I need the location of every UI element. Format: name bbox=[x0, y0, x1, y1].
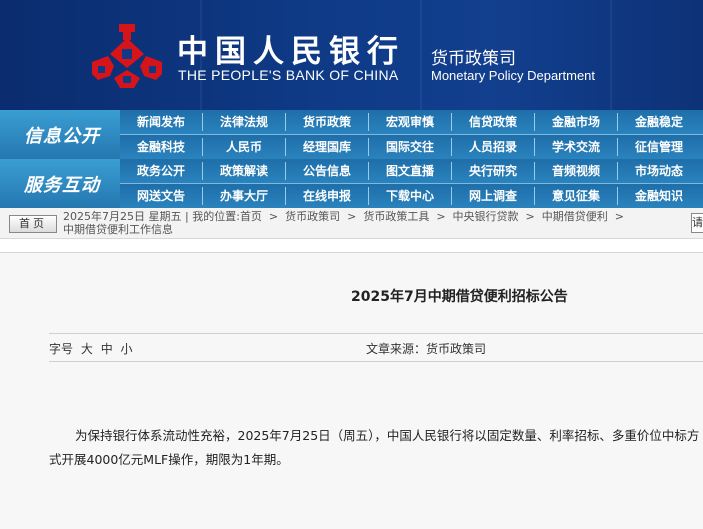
nav-item[interactable]: 在线申报 bbox=[286, 184, 368, 208]
nav-item[interactable]: 学术交流 bbox=[535, 135, 617, 159]
nav-item[interactable]: 国际交往 bbox=[369, 135, 451, 159]
font-size-medium-button[interactable]: 中 bbox=[101, 342, 113, 356]
nav-separator bbox=[368, 162, 369, 180]
nav-separator bbox=[534, 162, 535, 180]
nav-separator bbox=[451, 162, 452, 180]
breadcrumb-separator: | bbox=[185, 210, 189, 223]
breadcrumb-link-central-bank-loans[interactable]: 中央银行贷款 bbox=[453, 210, 519, 223]
nav-row: 政务公开 政策解读 公告信息 图文直播 央行研究 音频视频 市场动态 bbox=[120, 159, 703, 183]
nav-section-service: 服务互动 bbox=[0, 159, 120, 208]
bank-name-cn: 中国人民银行 bbox=[177, 34, 405, 70]
nav-row: 金融科技 人民币 经理国库 国际交往 人员招录 学术交流 征信管理 bbox=[120, 135, 703, 159]
breadcrumb-link-mlf[interactable]: 中期借贷便利 bbox=[542, 210, 608, 223]
pboc-emblem-icon[interactable] bbox=[92, 24, 162, 88]
nav-separator bbox=[202, 187, 203, 205]
nav-separator bbox=[285, 162, 286, 180]
breadcrumb-link-policy-tools[interactable]: 货币政策工具 bbox=[363, 210, 429, 223]
nav-item[interactable]: 金融市场 bbox=[535, 110, 617, 134]
nav-section-info: 信息公开 bbox=[0, 110, 120, 159]
nav-item[interactable]: 市场动态 bbox=[618, 159, 700, 183]
breadcrumb-link-home[interactable]: 首页 bbox=[240, 210, 262, 223]
department-name-cn: 货币政策司 bbox=[431, 49, 516, 69]
nav-item[interactable]: 经理国库 bbox=[286, 135, 368, 159]
nav-separator bbox=[617, 162, 618, 180]
nav-separator bbox=[285, 113, 286, 131]
nav-item[interactable]: 政策解读 bbox=[203, 159, 285, 183]
nav-item[interactable]: 金融稳定 bbox=[618, 110, 700, 134]
font-size-small-button[interactable]: 小 bbox=[121, 342, 133, 356]
nav-section-label: 信息公开 bbox=[24, 126, 100, 147]
nav-item[interactable]: 人民币 bbox=[203, 135, 285, 159]
nav-item[interactable]: 征信管理 bbox=[618, 135, 700, 159]
nav-item[interactable]: 图文直播 bbox=[369, 159, 451, 183]
nav-item[interactable]: 宏观审慎 bbox=[369, 110, 451, 134]
site-header: 中国人民银行 THE PEOPLE'S BANK OF CHINA 货币政策司 … bbox=[0, 0, 703, 110]
article-body: 为保持银行体系流动性充裕，2025年7月25日（周五），中国人民银行将以固定数量… bbox=[49, 428, 700, 467]
nav-item[interactable]: 央行研究 bbox=[452, 159, 534, 183]
nav-item[interactable]: 网上调查 bbox=[452, 184, 534, 208]
divider bbox=[49, 333, 703, 334]
breadcrumb-link-mlf-info[interactable]: 中期借贷便利工作信息 bbox=[63, 223, 173, 236]
article-area: 2025年7月中期借贷便利招标公告 字号 大 中 小 文章来源：货币政策司 为保… bbox=[0, 252, 703, 529]
department-name-en: Monetary Policy Department bbox=[431, 68, 596, 83]
nav-item[interactable]: 金融科技 bbox=[120, 135, 202, 159]
nav-separator bbox=[534, 138, 535, 156]
nav-divider bbox=[120, 134, 703, 135]
nav-separator bbox=[285, 187, 286, 205]
nav-separator bbox=[617, 113, 618, 131]
article-source: 文章来源：货币政策司 bbox=[366, 340, 486, 357]
nav-item[interactable]: 信贷政策 bbox=[452, 110, 534, 134]
nav-separator bbox=[617, 138, 618, 156]
divider bbox=[49, 361, 703, 362]
nav-item[interactable]: 法律法规 bbox=[203, 110, 285, 134]
font-size-large-button[interactable]: 大 bbox=[81, 342, 93, 356]
nav-section-label: 服务互动 bbox=[24, 175, 100, 196]
nav-separator bbox=[368, 138, 369, 156]
location-label: 我的位置: bbox=[192, 210, 240, 223]
main-navigation: 信息公开 服务互动 新闻发布 法律法规 货币政策 宏观审慎 信贷政策 金融市场 金融稳定 金… bbox=[0, 110, 703, 208]
breadcrumb-link-monetary-dept[interactable]: 货币政策司 bbox=[285, 210, 340, 223]
nav-separator bbox=[202, 113, 203, 131]
nav-item[interactable]: 政务公开 bbox=[120, 159, 202, 183]
nav-separator bbox=[534, 187, 535, 205]
nav-item[interactable]: 公告信息 bbox=[286, 159, 368, 183]
nav-item[interactable]: 办事大厅 bbox=[203, 184, 285, 208]
current-date: 2025年7月25日 bbox=[63, 210, 145, 223]
nav-separator bbox=[285, 138, 286, 156]
font-size-control: 字号 大 中 小 bbox=[49, 340, 137, 357]
nav-separator bbox=[202, 162, 203, 180]
nav-row: 网送文告 办事大厅 在线申报 下载中心 网上调查 意见征集 金融知识 bbox=[120, 184, 703, 208]
bank-name-en: THE PEOPLE'S BANK OF CHINA bbox=[178, 67, 399, 83]
nav-row: 新闻发布 法律法规 货币政策 宏观审慎 信贷政策 金融市场 金融稳定 bbox=[120, 110, 703, 134]
nav-separator bbox=[368, 113, 369, 131]
font-size-label: 字号 bbox=[49, 342, 74, 356]
nav-item[interactable]: 人员招录 bbox=[452, 135, 534, 159]
source-value: 货币政策司 bbox=[426, 342, 487, 356]
banner-stripe bbox=[610, 0, 612, 110]
nav-item[interactable]: 音频视频 bbox=[535, 159, 617, 183]
breadcrumb: 2025年7月25日 星期五 | 我的位置:首页 > 货币政策司 > 货币政策工… bbox=[63, 210, 628, 236]
nav-item[interactable]: 网送文告 bbox=[120, 184, 202, 208]
search-input[interactable]: 请 bbox=[691, 213, 703, 233]
nav-separator bbox=[451, 138, 452, 156]
nav-separator bbox=[368, 187, 369, 205]
nav-separator bbox=[451, 187, 452, 205]
nav-item[interactable]: 意见征集 bbox=[535, 184, 617, 208]
breadcrumb-bar: 首页 2025年7月25日 星期五 | 我的位置:首页 > 货币政策司 > 货币… bbox=[0, 208, 703, 239]
nav-separator bbox=[202, 138, 203, 156]
current-weekday: 星期五 bbox=[148, 210, 182, 223]
article-title: 2025年7月中期借贷便利招标公告 bbox=[351, 289, 568, 305]
nav-separator bbox=[617, 187, 618, 205]
nav-item[interactable]: 金融知识 bbox=[618, 184, 700, 208]
nav-separator bbox=[534, 113, 535, 131]
nav-item[interactable]: 新闻发布 bbox=[120, 110, 202, 134]
nav-separator bbox=[451, 113, 452, 131]
source-label: 文章来源： bbox=[366, 342, 427, 356]
banner-stripe bbox=[420, 0, 422, 110]
home-button[interactable]: 首页 bbox=[9, 215, 57, 233]
nav-divider bbox=[120, 183, 703, 184]
nav-item[interactable]: 下载中心 bbox=[369, 184, 451, 208]
nav-item[interactable]: 货币政策 bbox=[286, 110, 368, 134]
